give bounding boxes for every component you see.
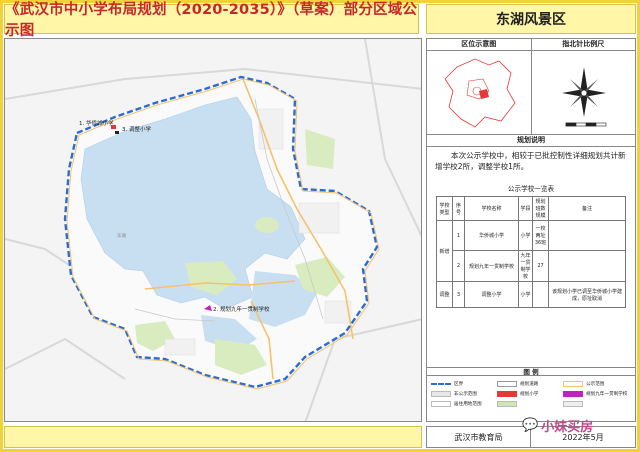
legend-item [497,401,563,407]
table-cell-note [548,220,626,251]
title-text: 《武汉市中小学布局规划（2020-2035）》（草案）部分区域公示图 [5,2,418,39]
legend-swatch-grey [563,401,583,407]
footer-org: 武汉市教育局 [426,426,531,448]
watermark-icon: 💬 [522,418,539,433]
legend-swatch-nineyear [563,391,583,397]
legend-item: 规划九年一贯制学校 [563,391,629,397]
overview-title: 区位示意图 [461,40,497,48]
legend-item: 非公示范围 [431,391,497,397]
table-cell-stage: 小学 [518,281,533,308]
map-label-school-3: 3. 调整小学 [122,127,152,133]
legend-item: 规划小学 [497,391,563,397]
main-map[interactable]: 1. 华侨城小学 3. 调整小学 2. 规划九年一贯制学校 东湖 [4,38,422,422]
region-title: 东湖风景区 [426,4,636,34]
map-label-school-2: 2. 规划九年一贯制学校 [213,307,270,313]
table-cell-name: 华侨城小学 [464,220,519,251]
legend-swatch-road [497,381,517,387]
legend-item: 规划道路 [497,381,563,387]
table-header: 学校名称 [464,196,519,221]
table-cell-note [548,250,626,282]
table-cell-scale: 27 [532,250,549,282]
table-header-row: 学校类型 序号 学校名称 学段 规划班数规模 备注 [436,196,626,221]
legend-swatch-primary [497,391,517,397]
table-header: 序号 [452,196,465,221]
table-cell-no: 1 [452,220,465,251]
table-cell-scale: 一校两址36班 [532,220,549,251]
page-title: 《武汉市中小学布局规划（2020-2035）》（草案）部分区域公示图 [4,2,419,39]
table-cell-no: 3 [452,281,465,308]
scale-title: 指北针比例尺 [530,39,636,50]
table-header: 学校类型 [436,196,453,221]
table-header: 备注 [548,196,626,221]
table-cell-type: 新增 [436,220,453,282]
legend-item: 公示范围 [563,381,629,387]
map-label-lake: 东湖 [117,234,126,239]
table-cell-note: 该规划小学已调至华侨城小学建成，原址取消 [548,281,626,308]
table-cell-type: 调整 [436,281,453,308]
legend: 区界 规划道路 公示范围 非公示范围 规划小学 规划九年一贯制学校 居住用地范围 [431,379,631,409]
table-header: 规划班数规模 [532,196,549,221]
table-cell-scale [532,281,549,308]
table-cell-stage: 九年一贯制学校 [518,250,533,282]
legend-swatch-range [563,381,583,387]
info-panel: 区位示意图 指北针比例尺 规划说明 本次公示学校中，相较于已批控制性详细规划共计… [426,38,636,422]
plan-title: 规划说明 [427,135,635,147]
table-header: 学段 [518,196,533,221]
school-table: 学校类型 序号 学校名称 学段 规划班数规模 备注 新增 1 华侨城小学 小学 … [436,196,626,308]
school-marker-3 [115,131,119,134]
watermark-text: 小妹买房 [541,420,594,435]
legend-item: 区界 [431,381,497,387]
table-row: 调整 3 调整小学 小学 该规划小学已调至华侨城小学建成，原址取消 [436,281,626,308]
watermark: 💬 小妹买房 [522,416,593,435]
legend-swatch-nonpublic [431,391,451,397]
compass-icon [562,67,607,127]
table-cell-no: 2 [452,250,465,282]
compass-scale [531,51,636,134]
legend-title: 图 例 [427,367,635,376]
overview-map-graphic [444,58,516,128]
legend-item [563,401,629,407]
table-cell-name: 调整小学 [464,281,519,308]
overview-map [427,51,531,134]
legend-item: 居住用地范围 [431,401,497,407]
bottom-strip [4,426,422,448]
legend-swatch-boundary [431,383,451,385]
map-label-school-1: 1. 华侨城小学 [79,121,114,127]
plan-description: 本次公示学校中，相较于已批控制性详细规划共计新增学校2所，调整学校1所。 [435,151,626,171]
table-row: 2 规划九年一贯制学校 九年一贯制学校 27 [437,250,626,282]
table-title: 公示学校一览表 [507,185,555,193]
legend-swatch-green [497,401,517,407]
table-row: 新增 1 华侨城小学 小学 一校两址36班 [436,220,626,282]
legend-swatch-residential [431,401,451,407]
map-canvas [5,39,421,421]
table-cell-name: 规划九年一贯制学校 [464,250,519,282]
table-cell-stage: 小学 [518,220,533,251]
panel-headers: 区位示意图 指北针比例尺 [427,39,635,51]
region-text: 东湖风景区 [496,12,566,28]
